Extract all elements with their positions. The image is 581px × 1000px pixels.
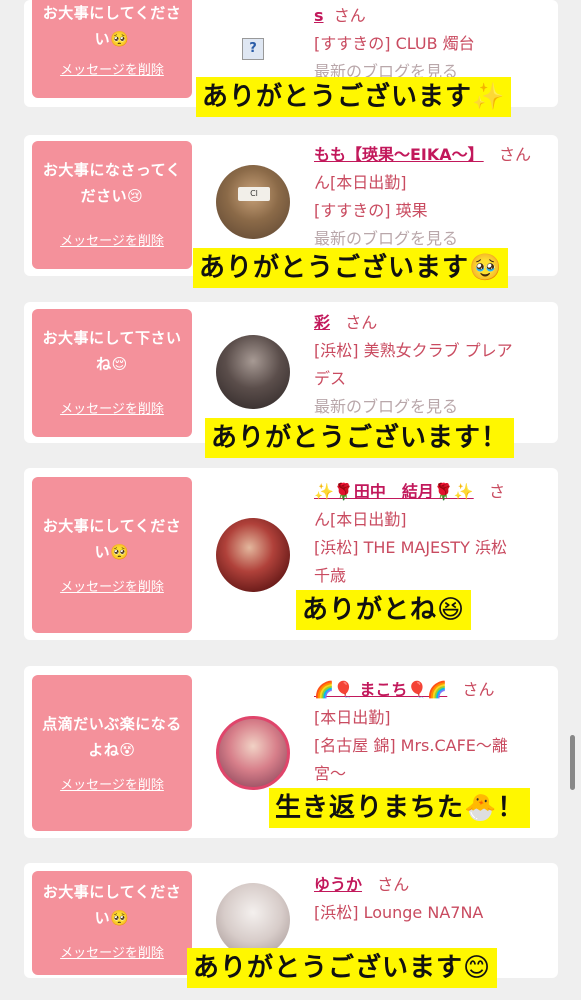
message-text: お大事にしてください🥺 [42, 517, 182, 561]
shop-line: [すすきの] 瑛果 [314, 201, 428, 220]
cast-name-link[interactable]: 🌈🎈 まこち🎈🌈 [314, 680, 447, 699]
caption-label: ありがとね😆 [296, 590, 472, 630]
shop-line-cont: 千歳 [314, 566, 347, 585]
delete-message-link[interactable]: メッセージを削除 [32, 230, 192, 249]
scrollbar[interactable] [570, 735, 575, 790]
honorific: さん [377, 875, 410, 894]
honorific: さん [498, 145, 531, 164]
message-text: お大事にして下さいね😌 [42, 329, 182, 373]
cast-name-link[interactable]: ゆうか [314, 875, 362, 894]
honorific: さん [462, 680, 495, 699]
delete-message-link[interactable]: メッセージを削除 [32, 774, 192, 793]
shop-line: [名古屋 錦] Mrs.CAFE〜離 [314, 736, 508, 755]
cast-name-link[interactable]: s [314, 6, 324, 25]
status-line: ん[本日出勤] [314, 173, 407, 192]
status-line: ん[本日出勤] [314, 510, 407, 529]
delete-message-link[interactable]: メッセージを削除 [32, 59, 192, 78]
cast-avatar[interactable] [216, 518, 290, 592]
cast-info: s さん [すすきの] CLUB 燭台 最新のブログを見る [314, 2, 550, 86]
cast-avatar[interactable] [216, 883, 290, 957]
message-text: 点滴だいぶ楽になるよね😵 [42, 715, 182, 759]
caption-label: 生き返りまちた🐣！ [269, 788, 531, 828]
cast-name-link[interactable]: ✨🌹田中 結月🌹✨ [314, 482, 474, 501]
honorific: さん [333, 6, 366, 25]
broken-image-icon: ? [242, 38, 264, 60]
shop-line: [浜松] 美熟女クラブ プレア [314, 341, 513, 360]
caption-label: ありがとうございます！ [205, 418, 515, 458]
cast-info: ✨🌹田中 結月🌹✨ さ ん[本日出勤] [浜松] THE MAJESTY 浜松 … [314, 478, 550, 590]
message-card: お大事にしてください🥺 メッセージを削除 ✨🌹田中 結月🌹✨ さ ん[本日出勤]… [24, 468, 558, 640]
message-bubble: お大事にしてください🥺 メッセージを削除 [32, 0, 192, 98]
message-bubble: お大事になさってください😢 メッセージを削除 [32, 141, 192, 269]
blog-link[interactable]: 最新のブログを見る [314, 393, 550, 421]
cast-info: もも【瑛果〜EIKA〜】 さん ん[本日出勤] [すすきの] 瑛果 最新のブログ… [314, 141, 550, 253]
cast-info: 彩 さん [浜松] 美熟女クラブ プレア デス 最新のブログを見る [314, 309, 550, 421]
delete-message-link[interactable]: メッセージを削除 [32, 398, 192, 417]
honorific: さん [345, 313, 378, 332]
shop-line: [浜松] THE MAJESTY 浜松 [314, 538, 507, 557]
delete-message-link[interactable]: メッセージを削除 [32, 576, 192, 595]
caption-label: ありがとうございます😊 [187, 948, 498, 988]
cast-info: 🌈🎈 まこち🎈🌈 さん [本日出勤] [名古屋 錦] Mrs.CAFE〜離 宮〜 [314, 676, 550, 788]
shop-line-cont: 宮〜 [314, 764, 347, 783]
shop-line: [浜松] Lounge NA7NA [314, 903, 484, 922]
cast-name-link[interactable]: 彩 [314, 313, 330, 332]
cast-avatar[interactable] [216, 335, 290, 409]
message-text: お大事にしてください🥺 [42, 883, 182, 927]
honorific: さ [488, 482, 505, 501]
cast-avatar[interactable] [216, 716, 290, 790]
cast-info: ゆうか さん [浜松] Lounge NA7NA [314, 871, 550, 927]
status-line: [本日出勤] [314, 708, 391, 727]
cast-avatar[interactable]: Cl [216, 165, 290, 239]
caption-label: ありがとうございます🥹 [193, 248, 509, 288]
message-text: お大事になさってください😢 [42, 161, 182, 205]
cast-name-link[interactable]: もも【瑛果〜EIKA〜】 [314, 145, 484, 164]
shop-line: [すすきの] CLUB 燭台 [314, 34, 475, 53]
caption-label: ありがとうございます✨ [196, 77, 512, 117]
delete-message-link[interactable]: メッセージを削除 [32, 942, 192, 961]
shop-line-cont: デス [314, 369, 347, 388]
message-text: お大事にしてください🥺 [42, 4, 182, 48]
message-bubble: お大事にしてください🥺 メッセージを削除 [32, 477, 192, 633]
message-bubble: お大事にして下さいね😌 メッセージを削除 [32, 309, 192, 437]
message-bubble: 点滴だいぶ楽になるよね😵 メッセージを削除 [32, 675, 192, 831]
message-bubble: お大事にしてください🥺 メッセージを削除 [32, 871, 192, 975]
